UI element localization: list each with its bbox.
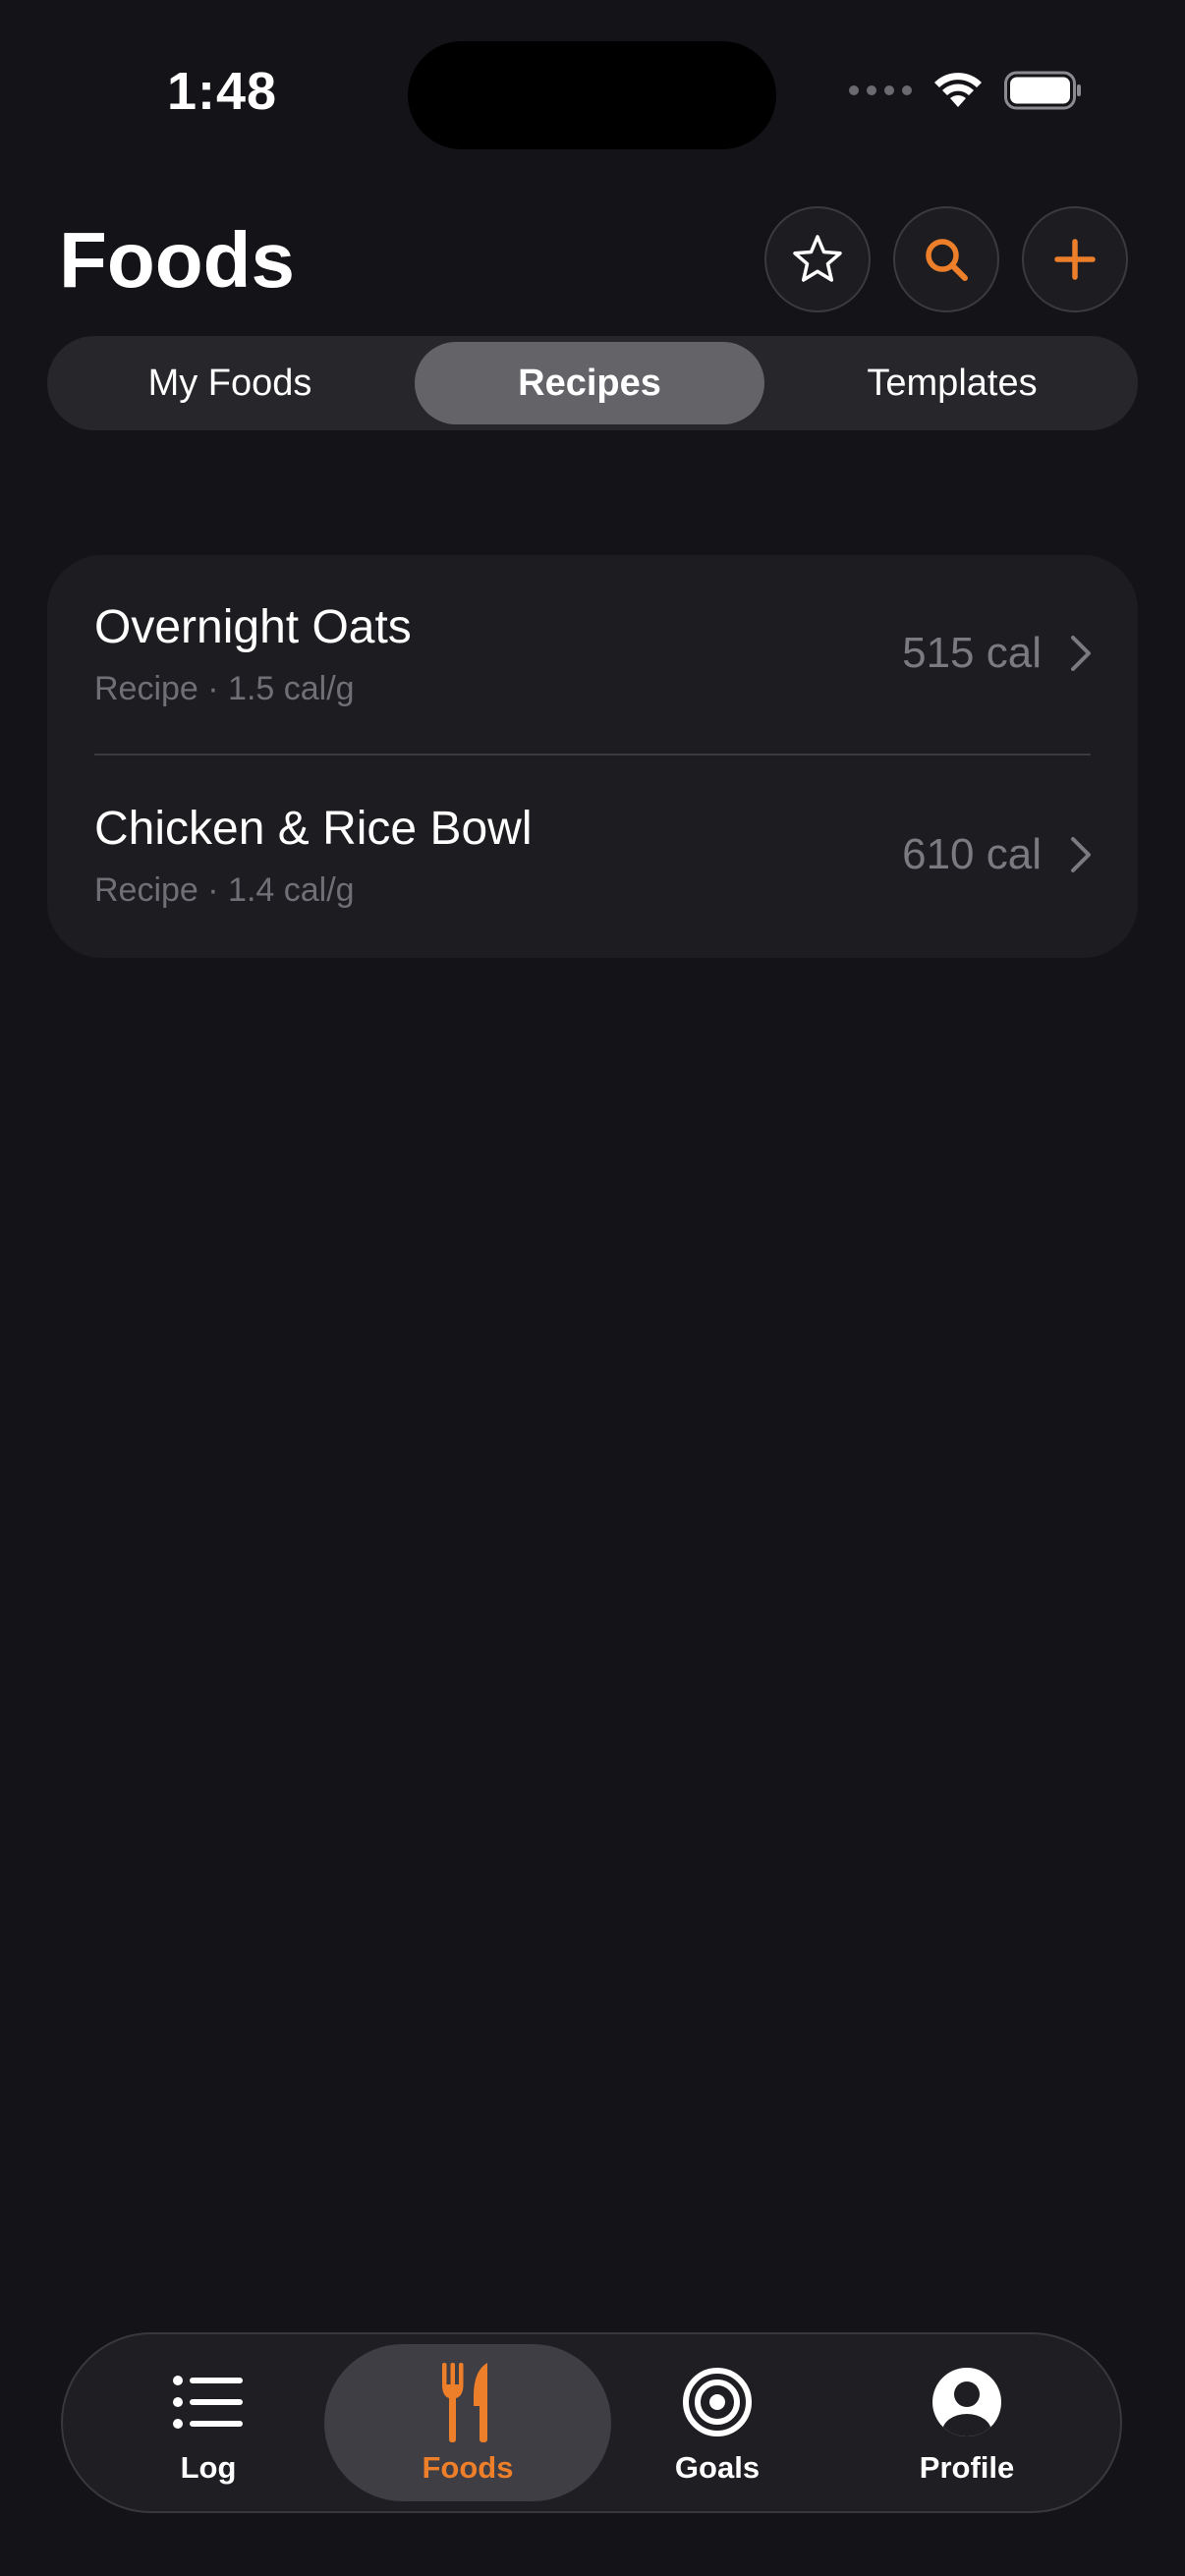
recipe-name: Chicken & Rice Bowl (94, 803, 533, 855)
star-icon (793, 235, 842, 282)
wifi-icon (934, 73, 982, 107)
recipe-meta: Recipe · 1.4 cal/g (94, 871, 355, 909)
list-item[interactable]: Chicken & Rice Bowl Recipe · 1.4 cal/g 6… (47, 756, 1138, 958)
tab-log[interactable]: Log (65, 2344, 352, 2501)
list-item[interactable]: Overnight Oats Recipe · 1.5 cal/g 515 ca… (47, 555, 1138, 756)
plus-icon (1054, 239, 1096, 280)
status-indicators (849, 71, 1083, 110)
tab-label: Log (180, 2450, 237, 2485)
person-circle-icon (932, 2368, 1001, 2436)
tab-label: Goals (674, 2450, 761, 2485)
tab-foods[interactable]: Foods (324, 2344, 611, 2501)
recipe-name: Overnight Oats (94, 601, 412, 653)
recipe-list: Overnight Oats Recipe · 1.5 cal/g 515 ca… (47, 555, 1138, 958)
chevron-right-icon (1071, 837, 1091, 872)
fork-knife-icon (442, 2363, 487, 2442)
target-icon (683, 2368, 752, 2436)
header-actions (764, 206, 1128, 312)
recipe-meta: Recipe · 1.5 cal/g (94, 670, 355, 707)
tab-goals[interactable]: Goals (574, 2344, 861, 2501)
recipe-calories: 515 cal (902, 629, 1042, 677)
dynamic-island (408, 41, 776, 149)
segment-my-foods[interactable]: My Foods (55, 342, 405, 424)
divider (94, 754, 1091, 756)
search-button[interactable] (893, 206, 999, 312)
search-icon (926, 239, 968, 281)
list-icon (173, 2376, 243, 2429)
tab-label: Profile (919, 2450, 1015, 2485)
battery-icon (1004, 71, 1081, 110)
segmented-control: My Foods Recipes Templates (47, 336, 1138, 430)
cellular-signal-icon (849, 85, 912, 95)
tab-bar: Log Foods Goals Profile (61, 2332, 1122, 2513)
recipe-calories: 610 cal (902, 830, 1042, 878)
tab-label: Foods (422, 2450, 514, 2485)
page-title: Foods (59, 216, 295, 304)
chevron-right-icon (1071, 636, 1091, 671)
add-button[interactable] (1022, 206, 1128, 312)
favorites-button[interactable] (764, 206, 871, 312)
segment-templates[interactable]: Templates (774, 342, 1130, 424)
status-time: 1:48 (167, 62, 278, 121)
tab-profile[interactable]: Profile (823, 2344, 1110, 2501)
segment-recipes[interactable]: Recipes (415, 342, 764, 424)
